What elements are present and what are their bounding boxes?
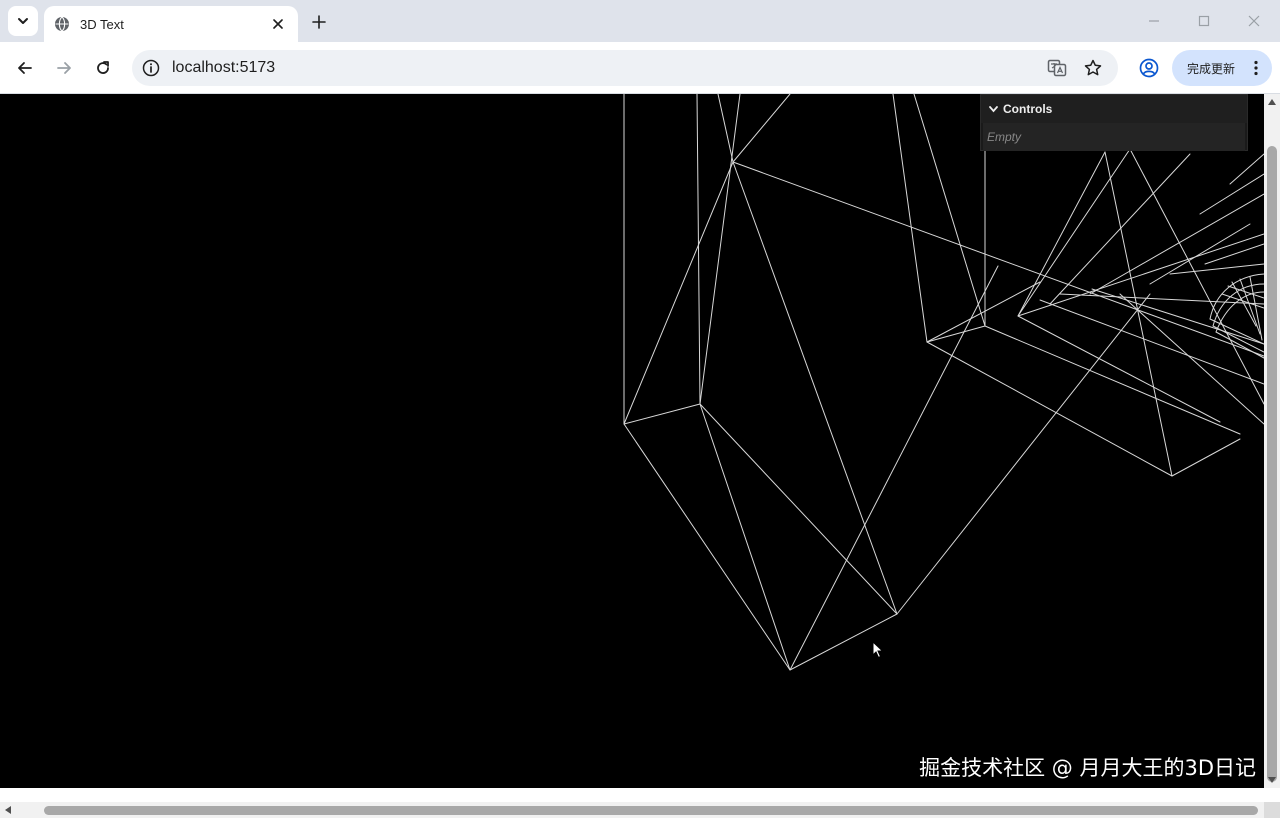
close-window-button[interactable] (1240, 8, 1268, 34)
wireframe-scene (623, 94, 1264, 671)
close-icon (1248, 15, 1260, 27)
arrow-right-icon (57, 62, 71, 74)
vertical-scrollbar[interactable] (1264, 94, 1280, 788)
maximize-button[interactable] (1190, 8, 1218, 34)
reload-button[interactable] (88, 53, 118, 83)
back-button[interactable] (10, 53, 40, 83)
account-icon (1139, 58, 1159, 78)
update-button[interactable]: 完成更新 (1172, 50, 1272, 86)
horizontal-scrollbar[interactable] (0, 802, 1264, 818)
tab-strip: 3D Text (0, 0, 1280, 42)
close-tab-icon[interactable] (268, 14, 288, 34)
scroll-up-icon[interactable] (1264, 94, 1280, 110)
forward-button[interactable] (49, 53, 79, 83)
address-url[interactable]: localhost:5173 (172, 59, 275, 77)
page-bottom-area (0, 788, 1264, 802)
globe-icon (54, 16, 70, 32)
arrow-left-icon (18, 62, 32, 74)
minimize-icon (1149, 20, 1159, 22)
address-bar[interactable]: localhost:5173 (132, 50, 1118, 86)
chevron-down-icon (18, 18, 28, 24)
webgl-canvas[interactable]: Controls Empty 掘金技术社区 @ 月月大王的3D日记 (0, 94, 1264, 788)
mouse-cursor-icon (872, 641, 884, 659)
plus-icon (312, 15, 326, 29)
controls-folder-header[interactable]: Controls (981, 95, 1247, 123)
new-tab-button[interactable] (306, 9, 332, 35)
scroll-left-icon[interactable] (0, 802, 16, 818)
horizontal-scroll-thumb[interactable] (44, 806, 1258, 815)
maximize-icon (1198, 15, 1210, 27)
tab-title: 3D Text (80, 16, 124, 32)
update-label: 完成更新 (1187, 61, 1236, 76)
watermark-text: 掘金技术社区 @ 月月大王的3D日记 (919, 756, 1256, 780)
controls-empty-label: Empty (983, 123, 1245, 151)
scroll-down-icon[interactable] (1264, 772, 1280, 788)
controls-panel: Controls Empty (980, 94, 1248, 151)
minimize-button[interactable] (1140, 8, 1168, 34)
site-info-icon[interactable] (142, 59, 160, 77)
tab-search-button[interactable] (8, 6, 38, 36)
tab-active[interactable]: 3D Text (44, 6, 298, 42)
profile-button[interactable] (1134, 53, 1164, 83)
reload-icon (97, 61, 109, 74)
scrollbar-corner (1264, 802, 1280, 818)
more-vert-icon[interactable] (1252, 59, 1260, 77)
controls-title: Controls (1003, 102, 1053, 116)
browser-toolbar: localhost:5173 完成更新 (0, 42, 1280, 94)
translate-icon[interactable] (1046, 57, 1068, 79)
bookmark-star-icon[interactable] (1082, 57, 1104, 79)
caret-down-icon (987, 103, 999, 115)
vertical-scroll-thumb[interactable] (1267, 146, 1277, 782)
